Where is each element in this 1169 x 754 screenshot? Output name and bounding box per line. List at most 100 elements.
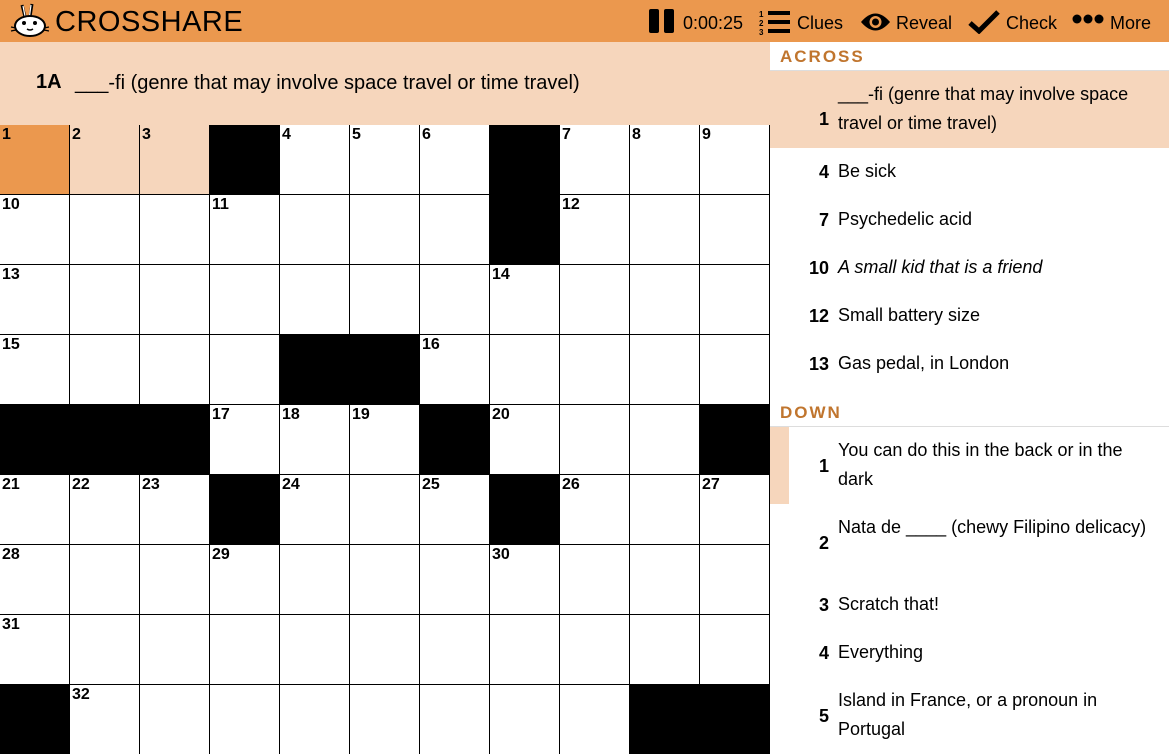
across-clue-13[interactable]: 13 Gas pedal, in London [770,340,1169,388]
grid-cell[interactable] [70,265,140,335]
grid-cell[interactable] [700,545,770,615]
more-dots-icon[interactable] [1072,14,1104,24]
grid-cell[interactable] [350,615,420,685]
across-clue-4[interactable]: 4 Be sick [770,148,1169,196]
timer-display[interactable]: 0:00:25 [683,13,743,34]
crossword-grid[interactable]: 1 2 3 4 5 6 7 8 9 10 11 12 13 14 15 16 17 18 19 20 21 22 23 24 2… [0,125,770,754]
down-clue-4[interactable]: 4 Everything [770,629,1169,677]
grid-cell[interactable] [280,195,350,265]
grid-cell[interactable]: 30 [490,545,560,615]
brand-name[interactable]: CROSSHARE [55,6,243,39]
grid-cell[interactable]: 26 [560,475,630,545]
grid-cell[interactable]: 7 [560,125,630,195]
eye-icon[interactable] [860,11,891,33]
reveal-button[interactable]: Reveal [896,13,952,34]
grid-cell[interactable]: 32 [70,685,140,754]
grid-cell[interactable]: 28 [0,545,70,615]
grid-cell[interactable] [210,615,280,685]
grid-cell[interactable] [210,265,280,335]
grid-cell[interactable] [350,475,420,545]
grid-cell[interactable]: 23 [140,475,210,545]
grid-cell[interactable] [350,545,420,615]
grid-cell[interactable] [630,195,700,265]
grid-cell[interactable] [70,195,140,265]
down-clue-2[interactable]: 2 Nata de ____ (chewy Filipino delicacy) [770,504,1169,581]
grid-cell[interactable] [560,405,630,475]
grid-cell[interactable] [700,195,770,265]
grid-cell[interactable]: 31 [0,615,70,685]
grid-cell[interactable]: 29 [210,545,280,615]
grid-cell[interactable]: 9 [700,125,770,195]
grid-cell[interactable] [560,615,630,685]
grid-cell[interactable] [490,685,560,754]
bunny-logo-icon[interactable] [10,3,50,39]
grid-cell[interactable] [490,335,560,405]
check-button[interactable]: Check [1006,13,1057,34]
grid-cell[interactable] [140,685,210,754]
grid-cell[interactable] [420,545,490,615]
grid-cell[interactable]: 6 [420,125,490,195]
down-clue-1[interactable]: 1 You can do this in the back or in the … [770,427,1169,504]
grid-cell[interactable]: 4 [280,125,350,195]
grid-cell[interactable]: 24 [280,475,350,545]
grid-cell[interactable]: 22 [70,475,140,545]
grid-cell[interactable] [420,195,490,265]
grid-cell[interactable] [560,545,630,615]
grid-cell[interactable]: 2 [70,125,140,195]
grid-cell[interactable]: 17 [210,405,280,475]
grid-cell[interactable] [630,615,700,685]
grid-cell[interactable] [280,265,350,335]
down-clue-3[interactable]: 3 Scratch that! [770,581,1169,629]
grid-cell[interactable] [280,685,350,754]
grid-cell[interactable] [630,335,700,405]
across-clue-12[interactable]: 12 Small battery size [770,292,1169,340]
across-clue-1[interactable]: 1 ___-fi (genre that may involve space t… [770,71,1169,148]
numbered-list-icon[interactable]: 1 2 3 [759,9,791,35]
selected-cell[interactable]: 1 [0,125,70,195]
grid-cell[interactable] [630,405,700,475]
grid-cell[interactable]: 16 [420,335,490,405]
checkmark-icon[interactable] [968,10,1000,34]
grid-cell[interactable]: 5 [350,125,420,195]
grid-cell[interactable]: 25 [420,475,490,545]
grid-cell[interactable] [560,265,630,335]
grid-cell[interactable] [420,265,490,335]
grid-cell[interactable] [700,615,770,685]
grid-cell[interactable]: 14 [490,265,560,335]
grid-cell[interactable] [490,615,560,685]
grid-cell[interactable] [210,335,280,405]
grid-cell[interactable]: 3 [140,125,210,195]
grid-cell[interactable]: 18 [280,405,350,475]
across-clue-7[interactable]: 7 Psychedelic acid [770,196,1169,244]
grid-cell[interactable] [70,335,140,405]
grid-cell[interactable]: 27 [700,475,770,545]
down-clue-5[interactable]: 5 Island in France, or a pronoun in Port… [770,677,1169,754]
grid-cell[interactable] [700,265,770,335]
grid-cell[interactable] [280,545,350,615]
grid-cell[interactable] [140,195,210,265]
grid-cell[interactable] [70,615,140,685]
grid-cell[interactable]: 20 [490,405,560,475]
grid-cell[interactable] [560,685,630,754]
grid-cell[interactable] [140,615,210,685]
grid-cell[interactable] [350,195,420,265]
more-button[interactable]: More [1110,13,1151,34]
grid-cell[interactable] [280,615,350,685]
grid-cell[interactable] [210,685,280,754]
grid-cell[interactable]: 10 [0,195,70,265]
clue-list[interactable]: ACROSS 1 ___-fi (genre that may involve … [770,42,1169,754]
grid-cell[interactable] [630,545,700,615]
grid-cell[interactable] [420,615,490,685]
pause-icon[interactable] [649,9,675,33]
grid-cell[interactable]: 11 [210,195,280,265]
grid-cell[interactable]: 8 [630,125,700,195]
grid-cell[interactable] [560,335,630,405]
grid-cell[interactable] [140,545,210,615]
grid-cell[interactable] [140,335,210,405]
grid-cell[interactable]: 13 [0,265,70,335]
across-clue-10[interactable]: 10 A small kid that is a friend [770,244,1169,292]
grid-cell[interactable] [350,265,420,335]
grid-cell[interactable] [350,685,420,754]
grid-cell[interactable] [420,685,490,754]
grid-cell[interactable] [140,265,210,335]
